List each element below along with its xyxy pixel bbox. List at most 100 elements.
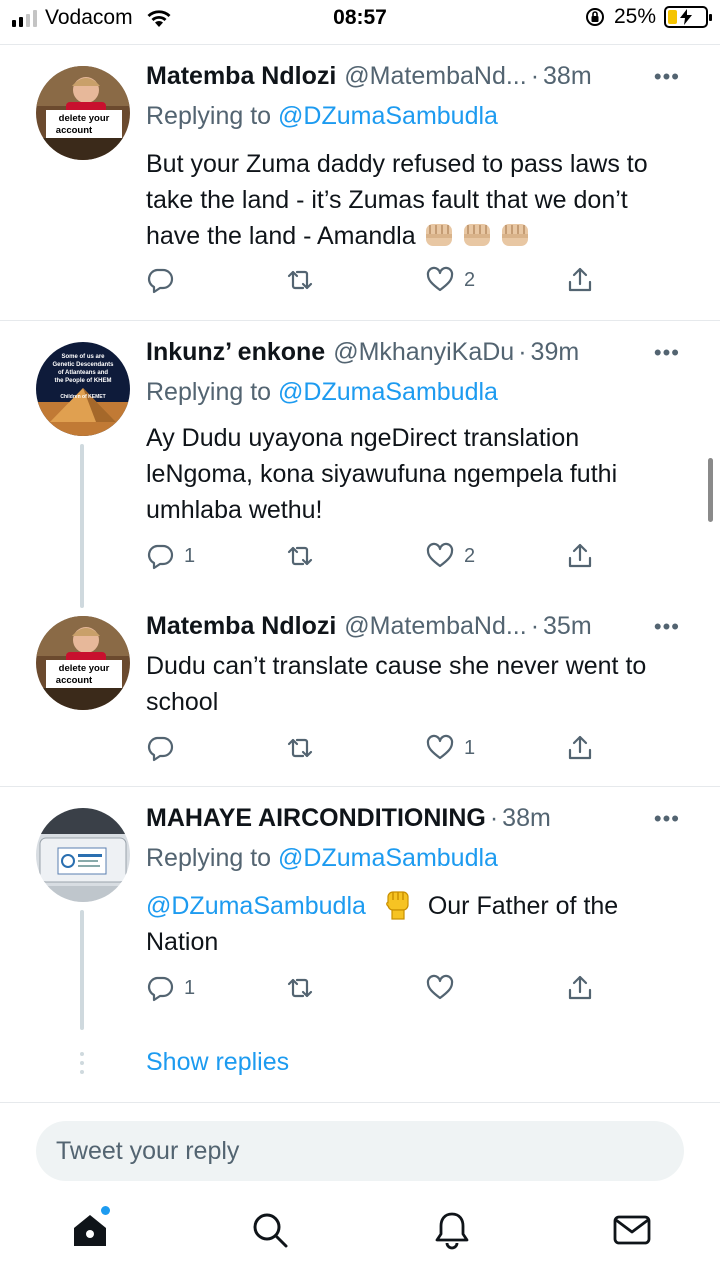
divider (0, 44, 720, 45)
more-options-icon[interactable]: ••• (654, 806, 680, 832)
avatar-text-line: Genetic Descendants (52, 362, 114, 368)
tweet-header: MAHAYE AIRCONDITIONING · 38m (146, 804, 680, 833)
reply-icon (147, 544, 174, 570)
avatar-text-line: the People of KHEM (54, 378, 111, 384)
divider (0, 786, 720, 787)
avatar-sign-line: delete your (59, 113, 110, 124)
tweet-text: But your Zuma daddy refused to pass laws… (146, 146, 686, 254)
avatar-sign-line: account (56, 125, 93, 136)
avatar[interactable]: Some of us are Genetic Descendants of At… (36, 342, 130, 436)
avatar-sign-line: delete your (59, 663, 110, 674)
status-bar-right: 25% (584, 5, 712, 29)
scrollbar[interactable] (708, 458, 713, 522)
tweet-time[interactable]: 39m (531, 338, 580, 367)
retweet-icon (287, 270, 313, 290)
avatar[interactable]: delete your account (36, 616, 130, 710)
replying-prefix: Replying to (146, 378, 272, 406)
heart-icon (426, 734, 454, 760)
author-name[interactable]: MAHAYE AIRCONDITIONING (146, 804, 486, 833)
oncoming-fist-emoji-icon (501, 224, 528, 246)
replying-mention-link[interactable]: @DZumaSambudla (278, 102, 498, 130)
reply-icon (147, 736, 174, 762)
share-button[interactable] (566, 266, 594, 294)
share-button[interactable] (566, 974, 594, 1002)
home-icon (74, 1215, 106, 1246)
home-notification-dot (101, 1206, 110, 1215)
divider (0, 320, 720, 321)
tweet-time[interactable]: 38m (502, 804, 551, 833)
replying-mention-link[interactable]: @DZumaSambudla (278, 378, 498, 406)
heart-icon (426, 974, 454, 1000)
tab-search[interactable] (250, 1210, 290, 1250)
separator-dot: · (518, 338, 527, 366)
author-handle[interactable]: @MatembaNd... (344, 62, 526, 91)
like-button[interactable]: 2 (426, 542, 475, 570)
more-options-icon[interactable]: ••• (654, 64, 680, 90)
avatar[interactable]: delete your account (36, 66, 130, 160)
mention-link[interactable]: @DZumaSambudla (146, 892, 366, 920)
like-count: 2 (464, 544, 476, 567)
more-options-icon[interactable]: ••• (654, 340, 680, 366)
avatar-text-line: of Atlanteans and (58, 370, 108, 376)
author-name[interactable]: Matemba Ndlozi (146, 62, 336, 91)
tab-home[interactable] (70, 1206, 110, 1250)
oncoming-fist-emoji-icon (425, 224, 452, 246)
share-icon (568, 543, 592, 568)
tweet-text: @DZumaSambudla Our Father of the Nation (146, 888, 686, 960)
reply-button[interactable] (146, 266, 184, 294)
avatar[interactable] (36, 808, 130, 902)
more-replies-dots (80, 1052, 84, 1079)
search-icon (253, 1213, 288, 1248)
tab-messages[interactable] (612, 1210, 652, 1250)
messages-icon (613, 1215, 651, 1245)
replying-mention-link[interactable]: @DZumaSambudla (278, 844, 498, 872)
tweet-text-content: But your Zuma daddy refused to pass laws… (146, 150, 648, 250)
avatar-sign-line: account (56, 675, 93, 686)
more-options-icon[interactable]: ••• (654, 614, 680, 640)
tweet-actions: 2 (146, 266, 606, 296)
battery-percentage: 25% (613, 5, 656, 28)
like-button[interactable] (426, 974, 464, 1002)
avatar-image: Some of us are Genetic Descendants of At… (36, 342, 130, 436)
tweet-reply-input[interactable] (36, 1121, 684, 1181)
tweet-time[interactable]: 35m (543, 612, 592, 641)
share-button[interactable] (566, 734, 594, 762)
retweet-button[interactable] (286, 734, 314, 762)
avatar-image: delete your account (36, 66, 130, 160)
tweet-text: Dudu can’t translate cause she never wen… (146, 652, 647, 716)
separator-dot: · (530, 62, 540, 90)
status-bar: Vodacom 08:57 25% (0, 0, 720, 40)
tweet-header: Inkunz’ enkone @MkhanyiKaDu · 39m (146, 338, 680, 367)
like-button[interactable]: 1 (426, 734, 475, 762)
author-handle[interactable]: @MatembaNd... (344, 612, 526, 641)
tab-notifications[interactable] (432, 1210, 472, 1250)
tweet-time[interactable]: 38m (543, 62, 592, 91)
bottom-tab-bar (0, 1194, 720, 1280)
author-name[interactable]: Inkunz’ enkone (146, 338, 325, 367)
like-count: 2 (464, 268, 476, 291)
heart-icon (426, 266, 454, 292)
orientation-lock-icon (585, 8, 604, 26)
author-name[interactable]: Matemba Ndlozi (146, 612, 336, 641)
like-button[interactable]: 2 (426, 266, 475, 294)
tweet-header: Matemba Ndlozi @MatembaNd... · 38m (146, 62, 680, 91)
battery-fill (668, 10, 677, 24)
retweet-button[interactable] (286, 266, 314, 294)
show-replies-link[interactable]: Show replies (146, 1048, 289, 1077)
author-handle[interactable]: @MkhanyiKaDu (333, 338, 514, 367)
retweet-button[interactable] (286, 974, 314, 1002)
separator-dot: · (489, 804, 499, 832)
reply-button[interactable] (146, 734, 184, 762)
reply-composer (0, 1102, 720, 1194)
tweet-actions: 1 2 (146, 542, 606, 572)
avatar-image: delete your account (36, 616, 130, 710)
avatar-image (36, 808, 130, 902)
replying-to: Replying to @DZumaSambudla (146, 844, 498, 873)
share-icon (568, 267, 592, 292)
reply-button[interactable]: 1 (146, 974, 195, 1002)
tweet-text: Ay Dudu uyayona ngeDirect translation le… (146, 424, 618, 524)
reply-button[interactable]: 1 (146, 542, 195, 570)
retweet-button[interactable] (286, 542, 314, 570)
tweet-header: Matemba Ndlozi @MatembaNd... · 35m (146, 612, 680, 641)
share-button[interactable] (566, 542, 594, 570)
